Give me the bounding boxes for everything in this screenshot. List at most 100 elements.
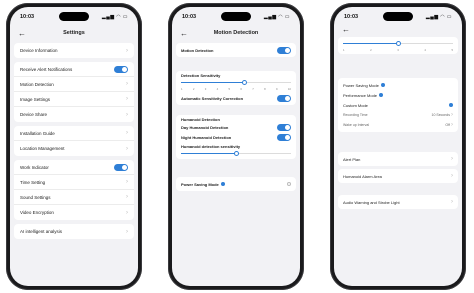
settings-item-video-encryption[interactable]: Video Encryption › — [14, 205, 134, 220]
sensitivity-label: Detection Sensitivity — [181, 73, 221, 78]
tick-label: 9 — [276, 87, 278, 91]
tick-label: 8 — [264, 87, 266, 91]
settings-item-label: Device Information — [20, 48, 58, 53]
alerts-toggle[interactable] — [114, 65, 128, 73]
mode-text: Custom Mode — [343, 102, 368, 108]
phone-settings: 10:03 ▂▄▆ ◠ ▭ ← Settings Device Informat… — [6, 3, 142, 290]
recording-time-value: 10 Seconds — [431, 113, 451, 117]
settings-item-label: Video Encryption — [20, 210, 54, 215]
alarm-area-label: Humanoid Alarm Area — [343, 173, 382, 179]
work-indicator-toggle[interactable] — [114, 163, 128, 171]
dynamic-island — [59, 12, 89, 21]
mode-text: Power Saving Mode — [343, 82, 379, 88]
alert-plan-card: Alert Plan › — [338, 152, 458, 166]
motion-content: Motion Detection Detection Sensitivity 1… — [172, 43, 300, 286]
day-humanoid-toggle[interactable] — [277, 123, 291, 131]
chevron-right-icon: › — [451, 122, 453, 128]
status-indicators-icon: ▂▄▆ ◠ ▭ — [425, 14, 452, 20]
chevron-right-icon: › — [126, 145, 128, 152]
mode-option-custom[interactable]: Custom Mode — [343, 100, 453, 110]
settings-item-device-information[interactable]: Device Information › — [14, 43, 134, 58]
strobe-card: Audio Warning and Strobe Light › — [338, 195, 458, 209]
phone-motion-detection: 10:03 ▂▄▆ ◠ ▭ ← Motion Detection Motion … — [168, 3, 304, 290]
settings-item-time-setting[interactable]: Time Setting › — [14, 175, 134, 190]
power-saving-label: Power Saving Mode — [181, 182, 225, 187]
settings-item-label: Motion Detection — [20, 81, 54, 87]
power-saving-radio[interactable] — [287, 182, 291, 186]
mode-text: Performance Mode — [343, 92, 378, 98]
tick-label: 1 — [181, 87, 183, 91]
humanoid-sensitivity-slider[interactable] — [181, 151, 291, 157]
motion-toggle[interactable] — [277, 46, 291, 54]
tick-label: 10 — [287, 87, 291, 91]
back-arrow-icon[interactable]: ← — [180, 29, 188, 38]
mode-label: Power Saving Mode — [343, 83, 385, 88]
mode-option-power-saving[interactable]: Power Saving Mode — [343, 80, 453, 90]
mode-card: Power Saving Mode Performance Mode Custo… — [338, 78, 458, 132]
alarm-area-row[interactable]: Humanoid Alarm Area › — [343, 171, 453, 181]
back-arrow-icon[interactable]: ← — [342, 25, 350, 34]
settings-group: Work Indicator Time Setting › Sound Setti… — [14, 160, 134, 220]
wake-up-value-wrap: Off › — [445, 122, 453, 128]
dynamic-island — [383, 12, 413, 21]
tick-label: 1 — [343, 48, 345, 52]
sensitivity-slider[interactable] — [181, 80, 291, 86]
recording-time-row[interactable]: Recording Time 10 Seconds › — [343, 110, 453, 120]
settings-item-sound-settings[interactable]: Sound Settings › — [14, 190, 134, 205]
settings-item-image-settings[interactable]: Image Settings › — [14, 92, 134, 107]
slider-ticks: 1 2 3 4 5 — [343, 48, 453, 52]
tick-label: 2 — [370, 48, 372, 52]
power-saving-text: Power Saving Mode — [181, 181, 219, 187]
settings-item-ai-analysis[interactable]: AI intelligent analysis › — [14, 224, 134, 239]
slider-card: 1 2 3 4 5 — [338, 37, 458, 54]
settings-item-label: Image Settings — [20, 96, 51, 102]
alarm-area-card: Humanoid Alarm Area › — [338, 169, 458, 183]
chevron-right-icon: › — [451, 199, 453, 205]
selected-radio-icon — [449, 103, 453, 107]
settings-item-location-management[interactable]: Location Management › — [14, 141, 134, 156]
motion-label: Motion Detection — [181, 47, 214, 53]
day-humanoid-label: Day Humanoid Detection — [181, 124, 229, 130]
settings-item-installation-guide[interactable]: Installation Guide › — [14, 126, 134, 141]
settings-group: Device Information › — [14, 43, 134, 58]
nav-bar: ← Motion Detection — [172, 27, 300, 39]
motion-card: Motion Detection — [176, 43, 296, 57]
help-icon[interactable] — [220, 182, 225, 187]
wake-up-interval-value: Off — [445, 123, 451, 127]
alert-plan-row[interactable]: Alert Plan › — [343, 154, 453, 164]
slider-knob[interactable] — [242, 80, 248, 85]
page-title: Settings — [63, 30, 85, 36]
tick-label: 6 — [240, 87, 242, 91]
chevron-right-icon: › — [126, 228, 128, 235]
sensitivity-card: Detection Sensitivity 1 2 3 4 5 6 7 8 9 10 Automa… — [176, 71, 296, 105]
dynamic-island — [221, 12, 251, 21]
settings-group: Receive Alert Notifications Motion Detec… — [14, 62, 134, 122]
working-mode-content: 1 2 3 4 5 Power Saving Mode Performance Mode… — [334, 37, 462, 286]
settings-group: AI intelligent analysis › — [14, 224, 134, 239]
auto-correction-toggle[interactable] — [277, 94, 291, 102]
working-mode-screen: 10:03 ▂▄▆ ◠ ▭ ← 1 2 3 4 5 Power Saving Mode — [334, 7, 462, 286]
strobe-row[interactable]: Audio Warning and Strobe Light › — [343, 197, 453, 207]
strobe-label: Audio Warning and Strobe Light — [343, 199, 400, 205]
chevron-right-icon: › — [126, 179, 128, 185]
phone-working-mode: 10:03 ▂▄▆ ◠ ▭ ← 1 2 3 4 5 Power Saving Mode — [330, 3, 466, 290]
slider-knob[interactable] — [395, 41, 401, 46]
settings-item-label: Installation Guide — [20, 130, 55, 136]
nav-bar: ← Settings — [10, 27, 138, 39]
settings-item-motion-detection[interactable]: Motion Detection › — [14, 77, 134, 92]
chevron-right-icon: › — [126, 209, 128, 216]
help-icon[interactable] — [380, 83, 385, 88]
recording-time-label: Recording Time — [343, 113, 368, 117]
auto-correction-label: Automatic Sensitivity Correction — [181, 95, 244, 101]
chevron-right-icon: › — [126, 130, 128, 136]
night-humanoid-toggle[interactable] — [277, 133, 291, 141]
help-icon[interactable] — [379, 93, 384, 98]
slider[interactable] — [343, 41, 453, 47]
settings-item-label: Receive Alert Notifications — [20, 66, 73, 72]
wake-up-interval-row[interactable]: Wake up Interval Off › — [343, 120, 453, 130]
settings-item-device-share[interactable]: Device Share › — [14, 107, 134, 122]
mode-option-performance[interactable]: Performance Mode — [343, 90, 453, 100]
settings-item-label: AI intelligent analysis — [20, 229, 63, 234]
back-arrow-icon[interactable]: ← — [18, 29, 26, 38]
slider-knob[interactable] — [233, 151, 239, 156]
